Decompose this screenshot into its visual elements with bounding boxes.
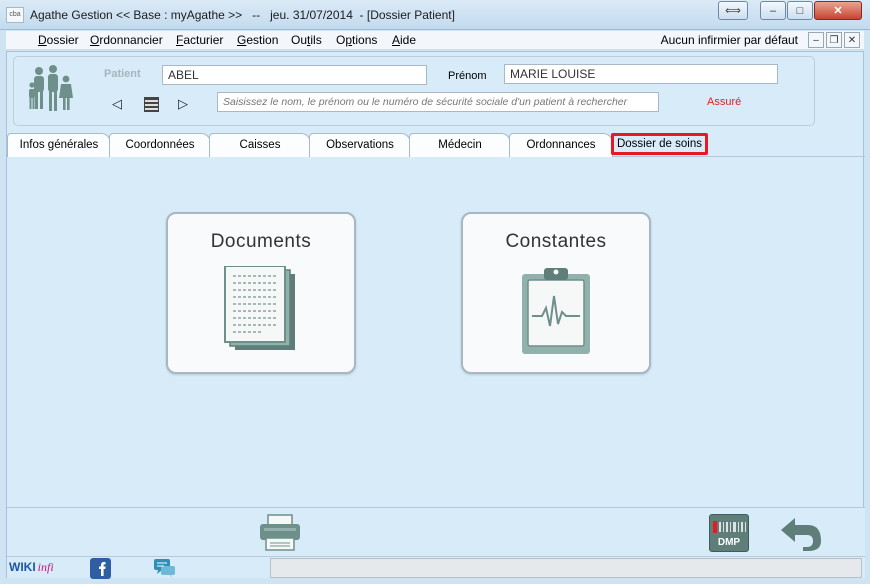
close-button[interactable]: ✕ — [814, 1, 862, 20]
footer-bar: DMP WIKI infi — [7, 507, 865, 579]
patient-label: Patient — [104, 68, 141, 80]
dossier-patient-window: Patient ABEL Prénom MARIE LOUISE ◁ ▷ Sai… — [6, 51, 865, 579]
facebook-icon[interactable] — [90, 558, 111, 579]
documents-icon — [224, 266, 295, 350]
constantes-title: Constantes — [505, 231, 607, 252]
documents-title: Documents — [210, 231, 312, 252]
menu-ordonnancier[interactable]: Ordonnancier — [90, 33, 163, 47]
tab-infos-generales[interactable]: Infos générales — [7, 133, 111, 157]
menu-aide[interactable]: Aide — [392, 33, 416, 47]
clipboard-vitals-icon — [522, 268, 590, 354]
patient-panel: Patient ABEL Prénom MARIE LOUISE ◁ ▷ Sai… — [13, 56, 815, 126]
chat-icon[interactable] — [153, 558, 177, 579]
tab-medecin[interactable]: Médecin — [409, 133, 511, 157]
wiki-infi-label: infi — [37, 560, 54, 574]
menu-options[interactable]: Options — [336, 33, 377, 47]
footer-separator — [7, 556, 865, 557]
print-icon[interactable] — [258, 514, 302, 552]
patient-prenom-field[interactable]: MARIE LOUISE — [504, 64, 778, 84]
tab-bar: Infos générales Coordonnées Caisses Obse… — [7, 130, 865, 157]
dmp-icon — [713, 521, 746, 533]
mdi-minimize-button[interactable]: – — [808, 32, 824, 48]
wiki-infi-link[interactable]: WIKI infi — [9, 560, 54, 575]
resize-toggle-button[interactable]: ⟺ — [718, 1, 748, 20]
default-nurse-label: Aucun infirmier par défaut — [660, 33, 798, 47]
prenom-label: Prénom — [448, 70, 487, 82]
menu-facturier[interactable]: Facturier — [176, 33, 223, 47]
dmp-button[interactable]: DMP — [709, 514, 749, 552]
menu-outils[interactable]: Outils — [291, 33, 322, 47]
minimize-button[interactable]: – — [760, 1, 786, 20]
patient-search-input[interactable]: Saisissez le nom, le prénom ou le numéro… — [217, 92, 659, 112]
back-arrow-icon[interactable] — [777, 514, 825, 552]
mdi-restore-button[interactable]: ❐ — [826, 32, 842, 48]
next-patient-button[interactable]: ▷ — [174, 95, 192, 113]
patient-card-button[interactable] — [142, 95, 160, 113]
window-title: Agathe Gestion << Base : myAgathe >> -- … — [30, 8, 455, 22]
status-bar — [270, 558, 862, 578]
tab-caisses[interactable]: Caisses — [209, 133, 311, 157]
app-icon: cba — [6, 7, 24, 23]
card-reader-icon — [143, 96, 159, 112]
menu-dossier[interactable]: Dossier — [38, 33, 79, 47]
insurance-status: Assuré — [707, 96, 742, 108]
constantes-card[interactable]: Constantes — [461, 212, 651, 374]
title-bar: cba Agathe Gestion << Base : myAgathe >>… — [0, 0, 870, 30]
maximize-button[interactable]: □ — [787, 1, 813, 20]
menu-gestion[interactable]: Gestion — [237, 33, 278, 47]
wiki-label: WIKI — [9, 560, 36, 574]
tab-dossier-de-soins[interactable]: Dossier de soins — [611, 133, 708, 155]
mdi-close-button[interactable]: ✕ — [844, 32, 860, 48]
menu-bar: Dossier Ordonnancier Facturier Gestion O… — [6, 31, 864, 50]
tab-observations[interactable]: Observations — [309, 133, 411, 157]
documents-card[interactable]: Documents — [166, 212, 356, 374]
patient-name-field[interactable]: ABEL — [162, 65, 427, 85]
tab-coordonnees[interactable]: Coordonnées — [109, 133, 211, 157]
dmp-label: DMP — [717, 537, 741, 548]
family-icon — [29, 65, 73, 111]
tab-ordonnances[interactable]: Ordonnances — [509, 133, 613, 157]
previous-patient-button[interactable]: ◁ — [108, 95, 126, 113]
